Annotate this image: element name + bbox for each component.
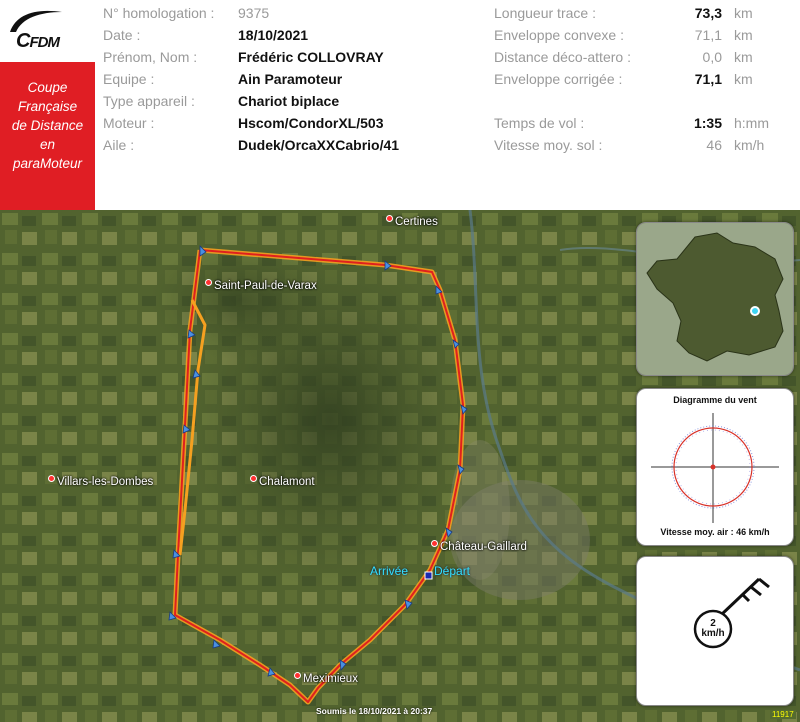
- stat-track-length: Longueur trace : 73,3 km: [494, 5, 753, 21]
- wind-speed-panel[interactable]: 2 km/h: [636, 556, 794, 706]
- town-saint-paul-de-varax: Saint-Paul-de-Varax: [205, 279, 317, 292]
- competition-banner: Coupe Française de Distance en paraMoteu…: [0, 62, 95, 210]
- wind-diagram-airspeed: Vitesse moy. air : 46 km/h: [660, 527, 770, 537]
- banner-line: paraMoteur: [12, 156, 83, 171]
- stat-takeoff-landing: Distance déco-attero : 0,0 km: [494, 49, 753, 65]
- stat-convex-hull: Enveloppe convexe : 71,1 km: [494, 27, 753, 43]
- engine-value: Hscom/CondorXL/503: [238, 115, 384, 131]
- wind-diagram-chart: [651, 413, 779, 523]
- town-chalamont: Chalamont: [250, 475, 315, 488]
- stat-ground-speed: Vitesse moy. sol : 46 km/h: [494, 137, 765, 153]
- pilot-name-value: Frédéric COLLOVRAY: [238, 49, 384, 65]
- town-meximieux: Meximieux: [294, 672, 358, 685]
- aircraft-value: Chariot biplace: [238, 93, 340, 109]
- departure-label: Départ: [434, 564, 471, 578]
- town-certines: Certines: [386, 215, 438, 228]
- flight-id: 11917: [770, 710, 796, 719]
- wind-speed-readout: 2 km/h: [701, 618, 725, 639]
- team-value: Ain Paramoteur: [238, 71, 343, 87]
- banner-line: Coupe: [27, 80, 68, 95]
- date-value: 18/10/2021: [238, 27, 309, 43]
- homologation-value: 9375: [238, 5, 270, 21]
- france-map-icon: [637, 223, 793, 375]
- logo-text: CFDM: [16, 30, 60, 52]
- banner-line: de Distance: [11, 118, 84, 133]
- banner-line: en: [39, 137, 56, 152]
- arrival-label: Arrivée: [370, 564, 409, 578]
- stat-corrected-hull: Enveloppe corrigée : 71,1 km: [494, 71, 753, 87]
- banner-line: Française: [17, 99, 78, 114]
- town-chateau-gaillard: Château-Gaillard: [431, 540, 527, 553]
- submitted-timestamp: Soumis le 18/10/2021 à 20:37: [316, 706, 433, 716]
- cfdm-logo: CFDM: [0, 0, 95, 62]
- wind-diagram-panel[interactable]: Diagramme du vent Vitesse moy. air : 46 …: [636, 388, 794, 546]
- town-villars-les-dombes: Villars-les-Dombes: [48, 475, 153, 488]
- start-marker: [424, 571, 433, 580]
- wing-value: Dudek/OrcaXXCabrio/41: [238, 137, 400, 153]
- stat-flight-time: Temps de vol : 1:35 h:mm: [494, 115, 769, 131]
- france-overview-panel[interactable]: [636, 222, 794, 376]
